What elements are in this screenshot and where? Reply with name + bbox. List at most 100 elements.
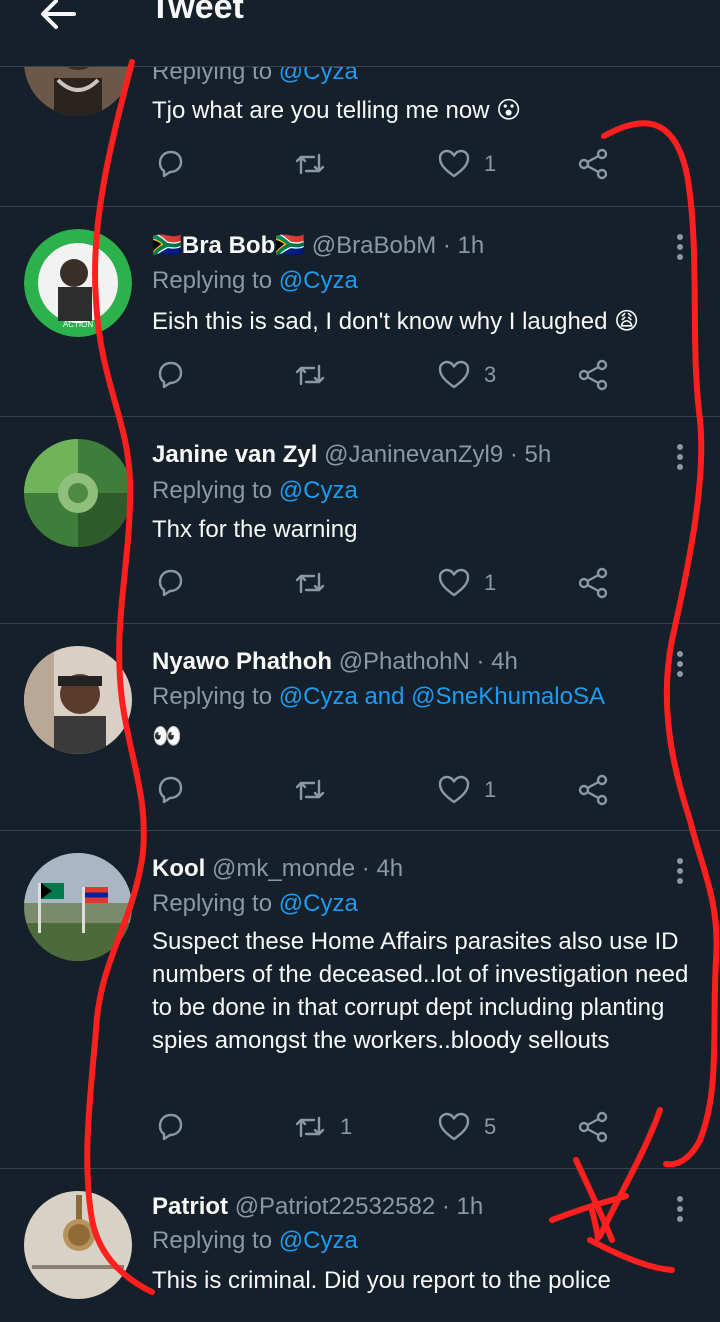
- tweet-reply[interactable]: ACTION 🇿🇦Bra Bob🇿🇦 @BraBobM · 1h Replyin…: [0, 207, 720, 417]
- timestamp[interactable]: 4h: [376, 855, 403, 882]
- reply-button[interactable]: [152, 1107, 200, 1147]
- timestamp[interactable]: 1h: [457, 1193, 484, 1220]
- mention-link[interactable]: @Cyza: [279, 890, 358, 917]
- avatar[interactable]: ACTION: [24, 229, 132, 337]
- avatar[interactable]: [24, 1191, 132, 1299]
- like-count: 5: [484, 1114, 497, 1139]
- like-count: 1: [484, 570, 497, 595]
- tweet-reply[interactable]: Patriot @Patriot22532582 · 1h Replying t…: [0, 1169, 720, 1322]
- share-icon: [578, 1111, 608, 1143]
- replying-to: Replying to @Cyza and @SneKhumaloSA: [152, 683, 605, 710]
- retweet-count: 1: [340, 1114, 353, 1139]
- tweet-meta: Nyawo Phathoh @PhathohN · 4h: [152, 648, 518, 676]
- svg-text:ACTION: ACTION: [63, 320, 93, 329]
- like-button[interactable]: 1: [436, 770, 496, 810]
- separator: ·: [442, 232, 451, 259]
- heart-icon: [438, 149, 470, 178]
- like-button[interactable]: 3: [436, 355, 496, 395]
- tweet-actions: 1: [152, 770, 672, 810]
- avatar[interactable]: [24, 439, 132, 547]
- display-name[interactable]: Patriot: [152, 1193, 228, 1220]
- display-name[interactable]: Nyawo Phathoh: [152, 648, 332, 675]
- share-button[interactable]: [576, 1107, 612, 1147]
- heart-icon: [438, 360, 470, 389]
- display-name[interactable]: Janine van Zyl: [152, 441, 317, 468]
- like-count: 1: [484, 777, 497, 802]
- mention-link[interactable]: @Cyza and @SneKhumaloSA: [279, 683, 605, 710]
- tweet-text: Thx for the warning: [152, 516, 358, 543]
- user-handle[interactable]: @Patriot22532582: [235, 1193, 436, 1220]
- share-icon: [578, 567, 608, 599]
- avatar[interactable]: [24, 853, 132, 961]
- tweet-actions: 1 5: [152, 1107, 672, 1147]
- separator: ·: [441, 1193, 450, 1220]
- more-options-icon: [677, 651, 683, 677]
- tweet-meta: 🇿🇦Bra Bob🇿🇦 @BraBobM · 1h: [152, 231, 484, 260]
- retweet-button[interactable]: 1: [292, 1107, 352, 1147]
- user-handle[interactable]: @BraBobM: [312, 232, 436, 259]
- like-count: 3: [484, 362, 497, 387]
- tweet-text: Eish this is sad, I don't know why I lau…: [152, 308, 640, 335]
- tweet-text: Tjo what are you telling me now 😮: [152, 97, 522, 124]
- tweet-actions: 1: [152, 144, 672, 184]
- reply-icon: [158, 776, 183, 804]
- retweet-button[interactable]: [292, 144, 340, 184]
- retweet-icon: [295, 779, 325, 801]
- share-button[interactable]: [576, 563, 612, 603]
- display-name[interactable]: 🇿🇦Bra Bob🇿🇦: [152, 232, 305, 259]
- retweet-button[interactable]: [292, 770, 340, 810]
- tweet-text: 👀: [152, 723, 182, 750]
- tweet-reply[interactable]: Janine van Zyl @JaninevanZyl9 · 5h Reply…: [0, 417, 720, 624]
- tweet-reply[interactable]: Replying to @Cyza Tjo what are you telli…: [0, 8, 720, 207]
- share-button[interactable]: [576, 144, 612, 184]
- mention-link[interactable]: @Cyza: [279, 267, 358, 294]
- reply-button[interactable]: [152, 770, 200, 810]
- tweet-meta: Janine van Zyl @JaninevanZyl9 · 5h: [152, 441, 551, 469]
- user-handle[interactable]: @JaninevanZyl9: [324, 441, 503, 468]
- reply-icon: [158, 150, 183, 178]
- tweet-reply[interactable]: Kool @mk_monde · 4h Replying to @Cyza Su…: [0, 831, 720, 1169]
- more-options-button[interactable]: [668, 229, 692, 265]
- reply-button[interactable]: [152, 144, 200, 184]
- timestamp[interactable]: 5h: [525, 441, 552, 468]
- heart-icon: [438, 1112, 470, 1141]
- reply-icon: [158, 1113, 183, 1141]
- tweet-reply[interactable]: Nyawo Phathoh @PhathohN · 4h Replying to…: [0, 624, 720, 831]
- arrow-left-icon[interactable]: [34, 0, 82, 38]
- share-button[interactable]: [576, 770, 612, 810]
- like-button[interactable]: 5: [436, 1107, 496, 1147]
- mention-link[interactable]: @Cyza: [279, 1227, 358, 1254]
- share-icon: [578, 148, 608, 180]
- reply-icon: [158, 569, 183, 597]
- reply-button[interactable]: [152, 563, 200, 603]
- retweet-button[interactable]: [292, 355, 340, 395]
- user-handle[interactable]: @mk_monde: [212, 855, 355, 882]
- heart-icon: [438, 568, 470, 597]
- page-title: Tweet: [150, 0, 244, 26]
- timestamp[interactable]: 1h: [458, 232, 485, 259]
- retweet-icon: [295, 364, 325, 386]
- share-button[interactable]: [576, 355, 612, 395]
- heart-icon: [438, 775, 470, 804]
- timestamp[interactable]: 4h: [491, 648, 518, 675]
- replying-to: Replying to @Cyza: [152, 890, 358, 917]
- retweet-button[interactable]: [292, 563, 340, 603]
- avatar[interactable]: [24, 646, 132, 754]
- more-options-icon: [677, 858, 683, 884]
- retweet-icon: [295, 1116, 325, 1138]
- more-options-button[interactable]: [668, 439, 692, 475]
- tweet-text: Suspect these Home Affairs parasites als…: [152, 928, 689, 1054]
- more-options-button[interactable]: [668, 853, 692, 889]
- like-button[interactable]: 1: [436, 563, 496, 603]
- mention-link[interactable]: @Cyza: [279, 477, 358, 504]
- display-name[interactable]: Kool: [152, 855, 205, 882]
- reply-button[interactable]: [152, 355, 200, 395]
- more-options-button[interactable]: [668, 646, 692, 682]
- like-button[interactable]: 1: [436, 144, 496, 184]
- separator: ·: [476, 648, 485, 675]
- share-icon: [578, 359, 608, 391]
- tweet-meta: Patriot @Patriot22532582 · 1h: [152, 1193, 483, 1221]
- tweet-text: This is criminal. Did you report to the …: [152, 1267, 611, 1294]
- more-options-button[interactable]: [668, 1191, 692, 1227]
- user-handle[interactable]: @PhathohN: [339, 648, 470, 675]
